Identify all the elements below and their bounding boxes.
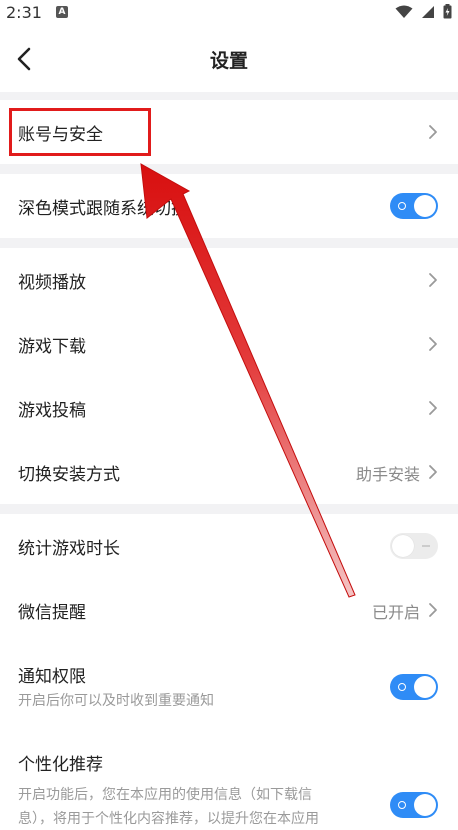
wifi-icon	[395, 5, 413, 18]
settings-row-game-submission[interactable]: 游戏投稿	[0, 376, 458, 440]
dark-mode-toggle[interactable]	[390, 193, 438, 219]
notification-toggle[interactable]	[390, 674, 438, 700]
personalized-toggle[interactable]	[390, 792, 438, 818]
section-divider	[0, 92, 458, 100]
row-description-line: 息），将用于个性化内容推荐，以提升您在本应用	[18, 811, 319, 827]
toggle-knob	[392, 535, 414, 557]
row-label: 个性化推荐	[18, 755, 103, 775]
page-title: 设置	[209, 50, 248, 72]
row-description: 开启后你可以及时收到重要通知	[18, 693, 214, 709]
row-label: 游戏投稿	[18, 401, 86, 421]
toggle-indicator	[422, 545, 430, 547]
section-divider	[0, 238, 458, 248]
toggle-indicator	[398, 202, 406, 210]
row-label: 游戏下载	[18, 337, 86, 357]
section-divider	[0, 504, 458, 514]
chevron-right-icon	[429, 273, 437, 287]
toggle-knob	[414, 794, 436, 816]
toggle-indicator	[398, 801, 406, 809]
chevron-right-icon	[429, 337, 437, 351]
settings-row-personalized: 个性化推荐 开启功能后，您在本应用的使用信息（如下载信 息），将用于个性化内容推…	[0, 730, 458, 827]
status-icons	[395, 4, 452, 19]
settings-row-dark-mode: 深色模式跟随系统切换	[0, 174, 458, 238]
row-label: 微信提醒	[18, 603, 86, 623]
toggle-indicator	[398, 683, 406, 691]
row-label: 视频播放	[18, 273, 86, 293]
chevron-right-icon	[429, 603, 437, 617]
row-label: 统计游戏时长	[18, 539, 120, 559]
chevron-right-icon	[429, 465, 437, 479]
status-bar: 2:31 A	[0, 0, 458, 26]
settings-row-video-playback[interactable]: 视频播放	[0, 248, 458, 312]
row-label: 深色模式跟随系统切换	[18, 199, 188, 219]
settings-row-install-method[interactable]: 切换安装方式 助手安装	[0, 440, 458, 504]
row-label: 通知权限	[18, 667, 86, 687]
row-value: 已开启	[371, 603, 420, 622]
game-time-toggle[interactable]	[390, 533, 438, 559]
annotation-highlight-box	[9, 108, 151, 156]
chevron-right-icon	[429, 125, 437, 139]
app-header: 设置	[0, 26, 458, 92]
notification-icon: A	[56, 6, 68, 18]
row-label: 切换安装方式	[18, 465, 120, 485]
signal-icon	[422, 5, 434, 18]
toggle-knob	[414, 195, 436, 217]
row-value: 助手安装	[355, 465, 420, 484]
settings-row-notification: 通知权限 开启后你可以及时收到重要通知	[0, 642, 458, 730]
chevron-right-icon	[429, 401, 437, 415]
status-time: 2:31	[6, 3, 42, 22]
battery-icon	[443, 4, 452, 19]
settings-row-game-download[interactable]: 游戏下载	[0, 312, 458, 376]
settings-row-game-time: 统计游戏时长	[0, 514, 458, 578]
toggle-knob	[414, 676, 436, 698]
row-description-line: 开启功能后，您在本应用的使用信息（如下载信	[18, 787, 312, 803]
settings-row-wechat-reminder[interactable]: 微信提醒 已开启	[0, 578, 458, 642]
section-divider	[0, 164, 458, 174]
